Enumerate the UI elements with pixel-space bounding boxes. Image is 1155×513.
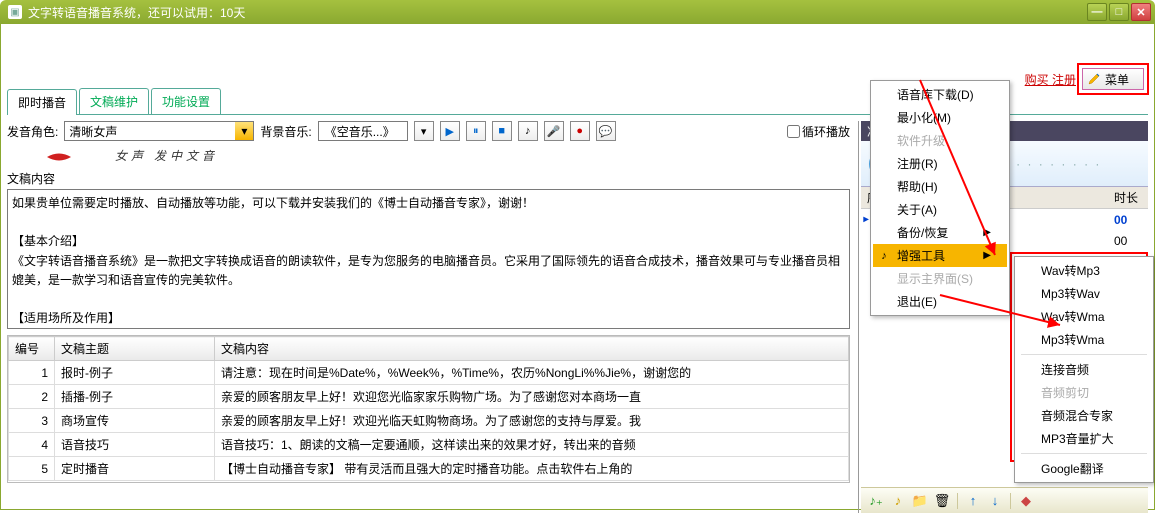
submenu-item[interactable]: 连接音频 bbox=[1017, 358, 1151, 381]
title-bar: ▣ 文字转语音播音系统，还可以试用：10天 — □ ✕ bbox=[0, 0, 1155, 24]
toolbar-sep bbox=[957, 493, 958, 509]
menu-item[interactable]: ♪增强工具▶ bbox=[873, 244, 1007, 267]
menu-item[interactable]: 备份/恢复▶ bbox=[873, 221, 1007, 244]
editor-label: 文稿内容 bbox=[7, 170, 850, 187]
voice-role-label: 发音角色: bbox=[7, 123, 58, 140]
menu-separator bbox=[1021, 354, 1147, 355]
voice-role-combo[interactable]: ▾ bbox=[64, 121, 254, 141]
table-row[interactable]: 1报时-例子请注意：现在时间是%Date%，%Week%，%Time%，农历%N… bbox=[9, 361, 849, 385]
move-up-icon[interactable]: ↑ bbox=[964, 492, 982, 510]
menu-item[interactable]: 关于(A) bbox=[873, 198, 1007, 221]
menu-item[interactable]: 帮助(H) bbox=[873, 175, 1007, 198]
music-note-icon[interactable]: ♪ bbox=[518, 121, 538, 141]
tab-manuscript[interactable]: 文稿维护 bbox=[79, 88, 149, 114]
tab-instant[interactable]: 即时播音 bbox=[7, 89, 77, 115]
menu-button[interactable]: 菜单 bbox=[1082, 68, 1144, 90]
play-button[interactable]: ▶ bbox=[440, 121, 460, 141]
loop-input[interactable] bbox=[787, 125, 800, 138]
speech-bubble-icon[interactable]: 💬 bbox=[596, 121, 616, 141]
menu-item[interactable]: 最小化(M) bbox=[873, 106, 1007, 129]
record-icon[interactable]: ● bbox=[570, 121, 590, 141]
move-down-icon[interactable]: ↓ bbox=[986, 492, 1004, 510]
voice-description: 女声 发中文音 bbox=[115, 147, 218, 164]
tab-settings[interactable]: 功能设置 bbox=[151, 88, 221, 114]
stop-button[interactable]: ■ bbox=[492, 121, 512, 141]
menu-button-label: 菜单 bbox=[1105, 71, 1129, 88]
menu-item[interactable]: 语音库下载(D) bbox=[873, 83, 1007, 106]
register-link[interactable]: 购买 注册 bbox=[1025, 71, 1076, 88]
table-row[interactable]: 3商场宣传亲爱的顾客朋友早上好！欢迎光临天虹购物商场。为了感谢您的支持与厚爱。我 bbox=[9, 409, 849, 433]
manuscript-table: 编号 文稿主题 文稿内容 1报时-例子请注意：现在时间是%Date%，%Week… bbox=[7, 335, 850, 483]
pause-button[interactable]: ⏸ bbox=[466, 121, 486, 141]
loop-checkbox[interactable]: 循环播放 bbox=[787, 123, 850, 140]
main-dropdown-menu: 语音库下载(D)最小化(M)软件升级注册(R)帮助(H)关于(A)备份/恢复▶♪… bbox=[870, 80, 1010, 316]
chevron-right-icon: ▶ bbox=[983, 250, 991, 261]
submenu-item[interactable]: Mp3转Wav bbox=[1017, 282, 1151, 305]
submenu-item[interactable]: Google翻译 bbox=[1017, 457, 1151, 480]
menu-separator bbox=[1021, 453, 1147, 454]
close-button[interactable]: ✕ bbox=[1131, 3, 1151, 21]
menu-item: 软件升级 bbox=[873, 129, 1007, 152]
bgm-selector[interactable]: 《空音乐...》 bbox=[318, 121, 408, 141]
menu-item: 显示主界面(S) bbox=[873, 267, 1007, 290]
submenu-item[interactable]: MP3音量扩大 bbox=[1017, 427, 1151, 450]
voice-role-input[interactable] bbox=[65, 122, 235, 140]
clear-icon[interactable]: ◆ bbox=[1017, 492, 1035, 510]
note-icon: ♪ bbox=[877, 249, 891, 263]
col-id[interactable]: 编号 bbox=[9, 337, 55, 361]
delete-icon[interactable]: 🗑 bbox=[933, 492, 951, 510]
window-controls: — □ ✕ bbox=[1087, 3, 1151, 21]
bgm-label: 背景音乐: bbox=[260, 123, 311, 140]
table-row[interactable]: 5定时播音【博士自动播音专家】 带有灵活而且强大的定时播音功能。点击软件右上角的 bbox=[9, 457, 849, 481]
voice-controls: 发音角色: ▾ 背景音乐: 《空音乐...》 ▾ ▶ ⏸ ■ ♪ 🎤 ● 💬 循… bbox=[7, 121, 850, 141]
app-icon: ▣ bbox=[8, 5, 22, 19]
window-title: 文字转语音播音系统，还可以试用：10天 bbox=[28, 4, 1087, 21]
chevron-down-icon[interactable]: ▾ bbox=[235, 122, 253, 140]
submenu-item[interactable]: Wav转Wma bbox=[1017, 305, 1151, 328]
mic-icon[interactable]: 🎤 bbox=[544, 121, 564, 141]
bgm-browse-button[interactable]: ▾ bbox=[414, 121, 434, 141]
folder-icon[interactable]: 📁 bbox=[911, 492, 929, 510]
maximize-button[interactable]: □ bbox=[1109, 3, 1129, 21]
chevron-right-icon: ▶ bbox=[983, 227, 991, 238]
add-file-icon[interactable]: ♪ bbox=[889, 492, 907, 510]
add-music-icon[interactable]: ♪₊ bbox=[867, 492, 885, 510]
table-row[interactable]: 2插播-例子亲爱的顾客朋友早上好！欢迎您光临家家乐购物广场。为了感谢您对本商场一… bbox=[9, 385, 849, 409]
col-dur: 时长 bbox=[1114, 189, 1148, 206]
table-row[interactable]: 4语音技巧语音技巧：1、朗读的文稿一定要通顺，这样读出来的效果才好，转出来的音频 bbox=[9, 433, 849, 457]
col-topic[interactable]: 文稿主题 bbox=[55, 337, 215, 361]
pencil-icon bbox=[1087, 72, 1101, 86]
submenu-item[interactable]: Mp3转Wma bbox=[1017, 328, 1151, 351]
left-panel: 发音角色: ▾ 背景音乐: 《空音乐...》 ▾ ▶ ⏸ ■ ♪ 🎤 ● 💬 循… bbox=[7, 121, 850, 513]
menu-item[interactable]: 注册(R) bbox=[873, 152, 1007, 175]
menu-item[interactable]: 退出(E) bbox=[873, 290, 1007, 313]
playlist-toolbar: ♪₊ ♪ 📁 🗑 ↑ ↓ ◆ bbox=[861, 487, 1148, 513]
submenu-item[interactable]: 音频混合专家 bbox=[1017, 404, 1151, 427]
top-right-bar: 购买 注册 菜单 bbox=[1025, 68, 1144, 90]
voice-subinfo: 女声 发中文音 bbox=[7, 145, 850, 170]
manuscript-textarea[interactable]: 如果贵单位需要定时播放、自动播放等功能，可以下载并安装我们的《博士自动播音专家》… bbox=[7, 189, 850, 329]
col-content[interactable]: 文稿内容 bbox=[215, 337, 849, 361]
lips-icon bbox=[43, 151, 75, 161]
minimize-button[interactable]: — bbox=[1087, 3, 1107, 21]
submenu-item[interactable]: Wav转Mp3 bbox=[1017, 259, 1151, 282]
tools-submenu: Wav转Mp3Mp3转WavWav转WmaMp3转Wma 连接音频音频剪切音频混合… bbox=[1014, 256, 1154, 483]
toolbar-sep2 bbox=[1010, 493, 1011, 509]
submenu-item: 音频剪切 bbox=[1017, 381, 1151, 404]
